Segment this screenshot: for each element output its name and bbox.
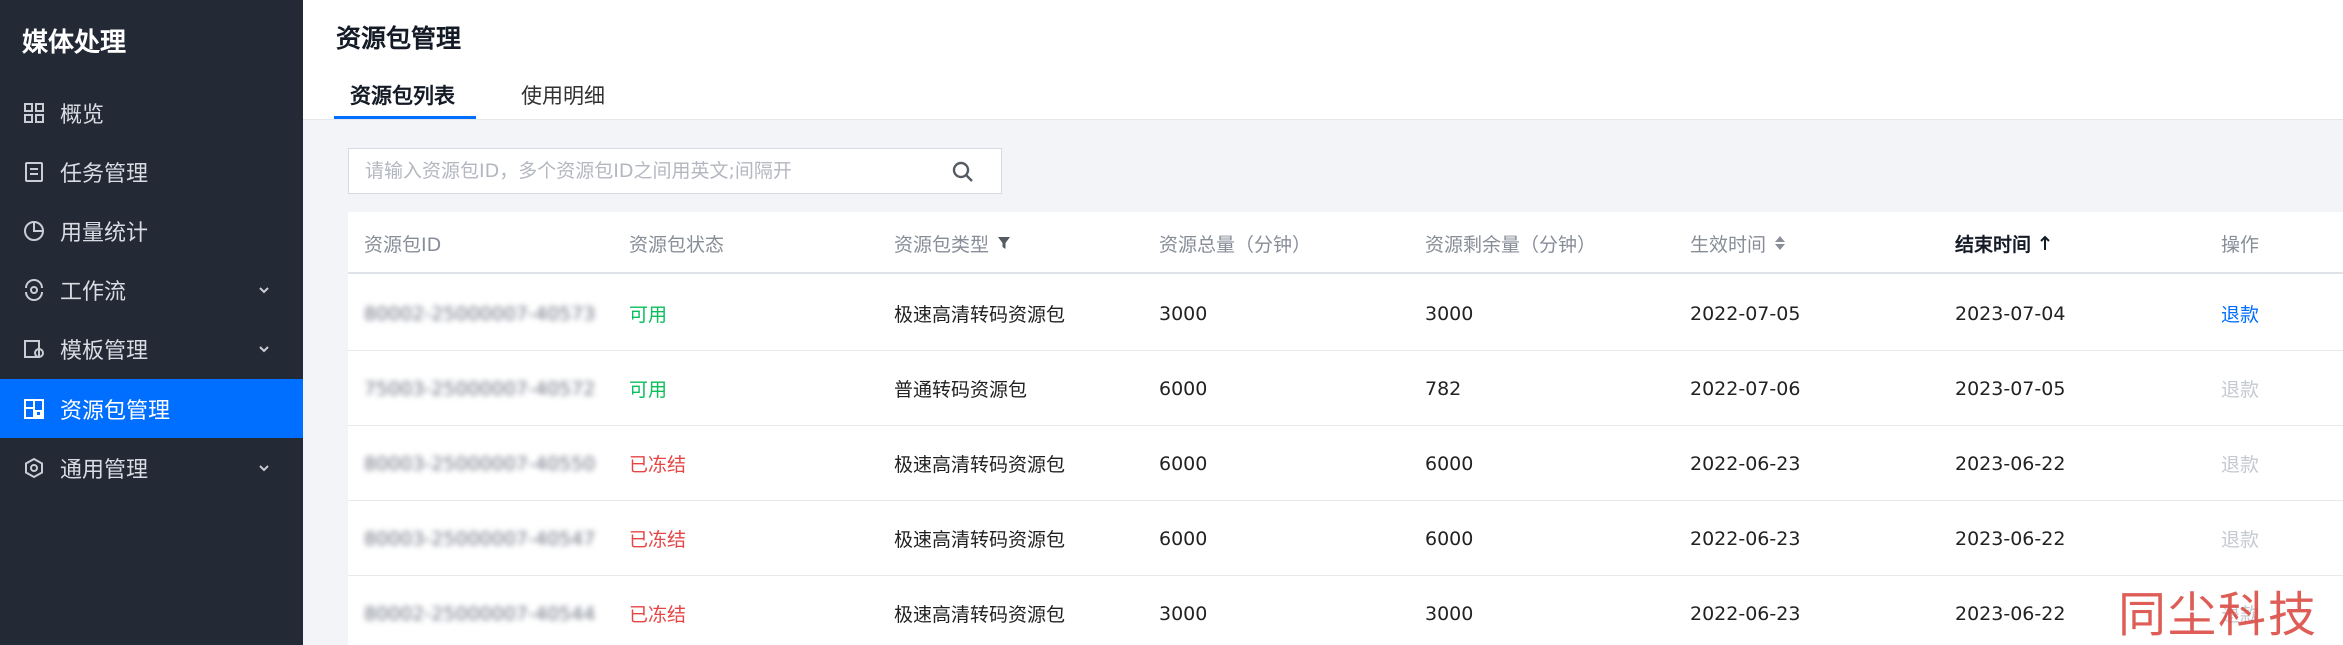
watermark: 同尘科技 [2118,587,2319,643]
remaining-minutes: 3000 [1425,302,1474,325]
active-tab-indicator [334,116,476,119]
end-time: 2023-06-22 [1955,452,2066,475]
refund-link[interactable]: 退款 [2221,276,2259,351]
package-type: 极速高清转码资源包 [894,454,1066,476]
sidebar-item-label: 任务管理 [60,161,149,187]
package-type: 极速高清转码资源包 [894,304,1066,326]
status-badge: 可用 [629,304,668,326]
tab-usage-details[interactable]: 使用明细 [521,80,605,110]
sidebar-item-general[interactable]: 通用管理 [0,438,303,497]
table-row: 80002-25000007-40573 可用 极速高清转码资源包 3000 3… [348,276,2343,351]
column-header-end-time[interactable]: 结束时间 [1955,212,2051,274]
total-minutes: 6000 [1159,527,1208,550]
package-type: 极速高清转码资源包 [894,529,1066,551]
chevron-down-icon [259,464,269,471]
settings-icon [22,456,46,480]
column-header-remaining: 资源剩余量（分钟） [1425,233,1597,256]
column-header-start-time[interactable]: 生效时间 [1690,212,1786,274]
column-header-total: 资源总量（分钟） [1159,233,1312,256]
page-header: 资源包管理 资源包列表 使用明细 [303,0,2343,120]
sidebar-item-label: 概览 [60,102,105,128]
pie-chart-icon [22,219,46,243]
status-badge: 已冻结 [629,454,687,476]
package-icon [22,397,46,421]
start-time: 2022-07-05 [1690,302,1801,325]
table-header: 资源包ID 资源包状态 资源包类型 资源总量（分钟） 资源剩余量（分钟） 生效时… [348,212,2343,274]
sidebar: 媒体处理 概览 任务管理 用量统计 工作流 模板管理 资源包管理 通用管理 [0,0,303,645]
sort-ascending-icon[interactable] [2039,235,2051,251]
tab-package-list[interactable]: 资源包列表 [350,80,455,110]
package-id: 80003-25000007-40547 [364,527,596,550]
start-time: 2022-06-23 [1690,452,1801,475]
sidebar-item-label: 模板管理 [60,338,149,364]
status-badge: 已冻结 [629,604,687,626]
remaining-minutes: 782 [1425,377,1462,400]
template-icon [22,337,46,361]
package-id: 75003-25000007-40572 [364,377,596,400]
refund-link: 退款 [2221,379,2260,401]
package-id: 80002-25000007-40544 [364,602,596,625]
end-time: 2023-06-22 [1955,527,2066,550]
package-id: 80002-25000007-40573 [364,302,596,325]
table-row: 80003-25000007-40550 已冻结 极速高清转码资源包 6000 … [348,426,2343,501]
sidebar-item-label: 用量统计 [60,220,149,246]
remaining-minutes: 6000 [1425,527,1474,550]
start-time: 2022-06-23 [1690,527,1801,550]
sidebar-item-label: 资源包管理 [60,398,171,424]
table-row: 80002-25000007-40544 已冻结 极速高清转码资源包 3000 … [348,576,2343,645]
workflow-icon [22,278,46,302]
resource-package-table: 资源包ID 资源包状态 资源包类型 资源总量（分钟） 资源剩余量（分钟） 生效时… [348,212,2343,645]
search-icon[interactable] [951,160,975,184]
chevron-down-icon [259,345,269,352]
table-row: 80003-25000007-40547 已冻结 极速高清转码资源包 6000 … [348,501,2343,576]
sidebar-title: 媒体处理 [22,27,127,58]
document-icon [22,160,46,184]
sidebar-item-label: 通用管理 [60,457,149,483]
status-badge: 已冻结 [629,529,687,551]
search-box [348,148,1002,194]
package-type: 极速高清转码资源包 [894,604,1066,626]
total-minutes: 3000 [1159,602,1208,625]
table-row: 75003-25000007-40572 可用 普通转码资源包 6000 782… [348,351,2343,426]
total-minutes: 3000 [1159,302,1208,325]
refund-link: 退款 [2221,529,2260,551]
sort-icon[interactable] [1774,235,1786,251]
start-time: 2022-07-06 [1690,377,1801,400]
column-header-id: 资源包ID [364,233,442,256]
sidebar-item-workflow[interactable]: 工作流 [0,260,303,319]
start-time: 2022-06-23 [1690,602,1801,625]
package-id: 80003-25000007-40550 [364,452,596,475]
sidebar-item-label: 工作流 [60,279,127,305]
remaining-minutes: 3000 [1425,602,1474,625]
column-header-type[interactable]: 资源包类型 [894,212,1011,274]
sidebar-item-tasks[interactable]: 任务管理 [0,142,303,201]
column-header-status: 资源包状态 [629,233,725,256]
page-title: 资源包管理 [336,24,462,53]
search-input[interactable] [365,160,925,182]
column-header-actions: 操作 [2221,233,2260,256]
refund-link: 退款 [2221,454,2260,476]
dashboard-icon [22,101,46,125]
sidebar-item-usage[interactable]: 用量统计 [0,201,303,260]
sidebar-item-overview[interactable]: 概览 [0,83,303,142]
total-minutes: 6000 [1159,377,1208,400]
remaining-minutes: 6000 [1425,452,1474,475]
chevron-down-icon [259,286,269,293]
package-type: 普通转码资源包 [894,379,1028,401]
end-time: 2023-06-22 [1955,602,2066,625]
end-time: 2023-07-05 [1955,377,2066,400]
filter-icon[interactable] [997,236,1011,250]
total-minutes: 6000 [1159,452,1208,475]
sidebar-item-resource-packages[interactable]: 资源包管理 [0,379,303,438]
sidebar-item-templates[interactable]: 模板管理 [0,319,303,378]
status-badge: 可用 [629,379,668,401]
end-time: 2023-07-04 [1955,302,2066,325]
